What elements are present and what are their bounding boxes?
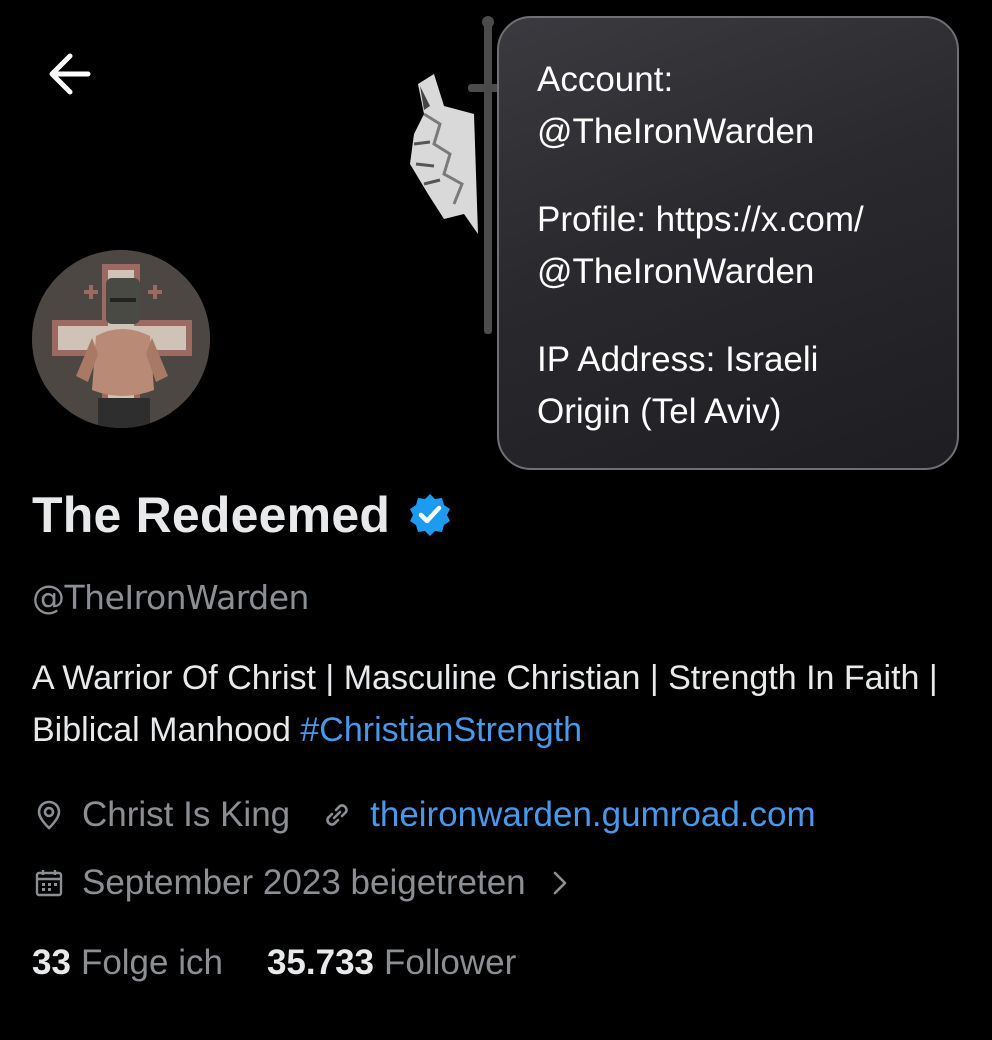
username-handle: @TheIronWarden: [32, 578, 309, 617]
profile-meta-location-website: Christ Is King theironwarden.gumroad.com: [32, 790, 816, 840]
account-info-popup: Account: @TheIronWarden Profile: https:/…: [497, 16, 959, 470]
follow-stats: 33 Folge ich 35.733 Follower: [32, 938, 516, 988]
avatar[interactable]: [32, 250, 210, 428]
location-text: Christ Is King: [82, 795, 291, 834]
profile-handle: @TheIronWarden: [537, 252, 815, 291]
following-label: Folge ich: [80, 943, 223, 982]
link-icon: [326, 804, 348, 826]
joined-date-row[interactable]: September 2023 beigetreten: [32, 858, 570, 908]
following-count: 33: [32, 943, 71, 982]
profile-bio: A Warrior Of Christ | Masculine Christia…: [32, 652, 972, 756]
arrow-left-icon: [49, 53, 91, 95]
joined-date-text: September 2023 beigetreten: [82, 863, 526, 902]
account-info: Account: @TheIronWarden: [537, 54, 927, 158]
account-handle: @TheIronWarden: [537, 112, 815, 151]
location-pin-icon: [37, 800, 61, 830]
followers-count: 35.733: [266, 943, 375, 982]
display-name: The Redeemed: [32, 487, 391, 543]
chevron-right-icon: [553, 871, 566, 895]
verified-badge-icon[interactable]: [406, 491, 454, 539]
ip-label: IP Address: Israeli: [537, 340, 819, 379]
account-label: Account:: [537, 60, 674, 99]
profile-label: Profile: https://x.com/: [537, 200, 864, 239]
following-link[interactable]: 33 Folge ich: [32, 943, 223, 983]
ip-origin: Origin (Tel Aviv): [537, 392, 782, 431]
calendar-icon: [35, 870, 63, 897]
ip-info: IP Address: Israeli Origin (Tel Aviv): [537, 334, 927, 438]
website-link[interactable]: theironwarden.gumroad.com: [370, 795, 816, 835]
bio-hashtag-link[interactable]: #ChristianStrength: [300, 711, 582, 749]
avatar-image: [32, 250, 210, 428]
profile-info: Profile: https://x.com/ @TheIronWarden: [537, 194, 927, 298]
back-button[interactable]: [40, 48, 104, 100]
followers-link[interactable]: 35.733 Follower: [267, 943, 516, 983]
display-name-row: The Redeemed: [32, 480, 454, 550]
followers-label: Follower: [384, 943, 517, 982]
